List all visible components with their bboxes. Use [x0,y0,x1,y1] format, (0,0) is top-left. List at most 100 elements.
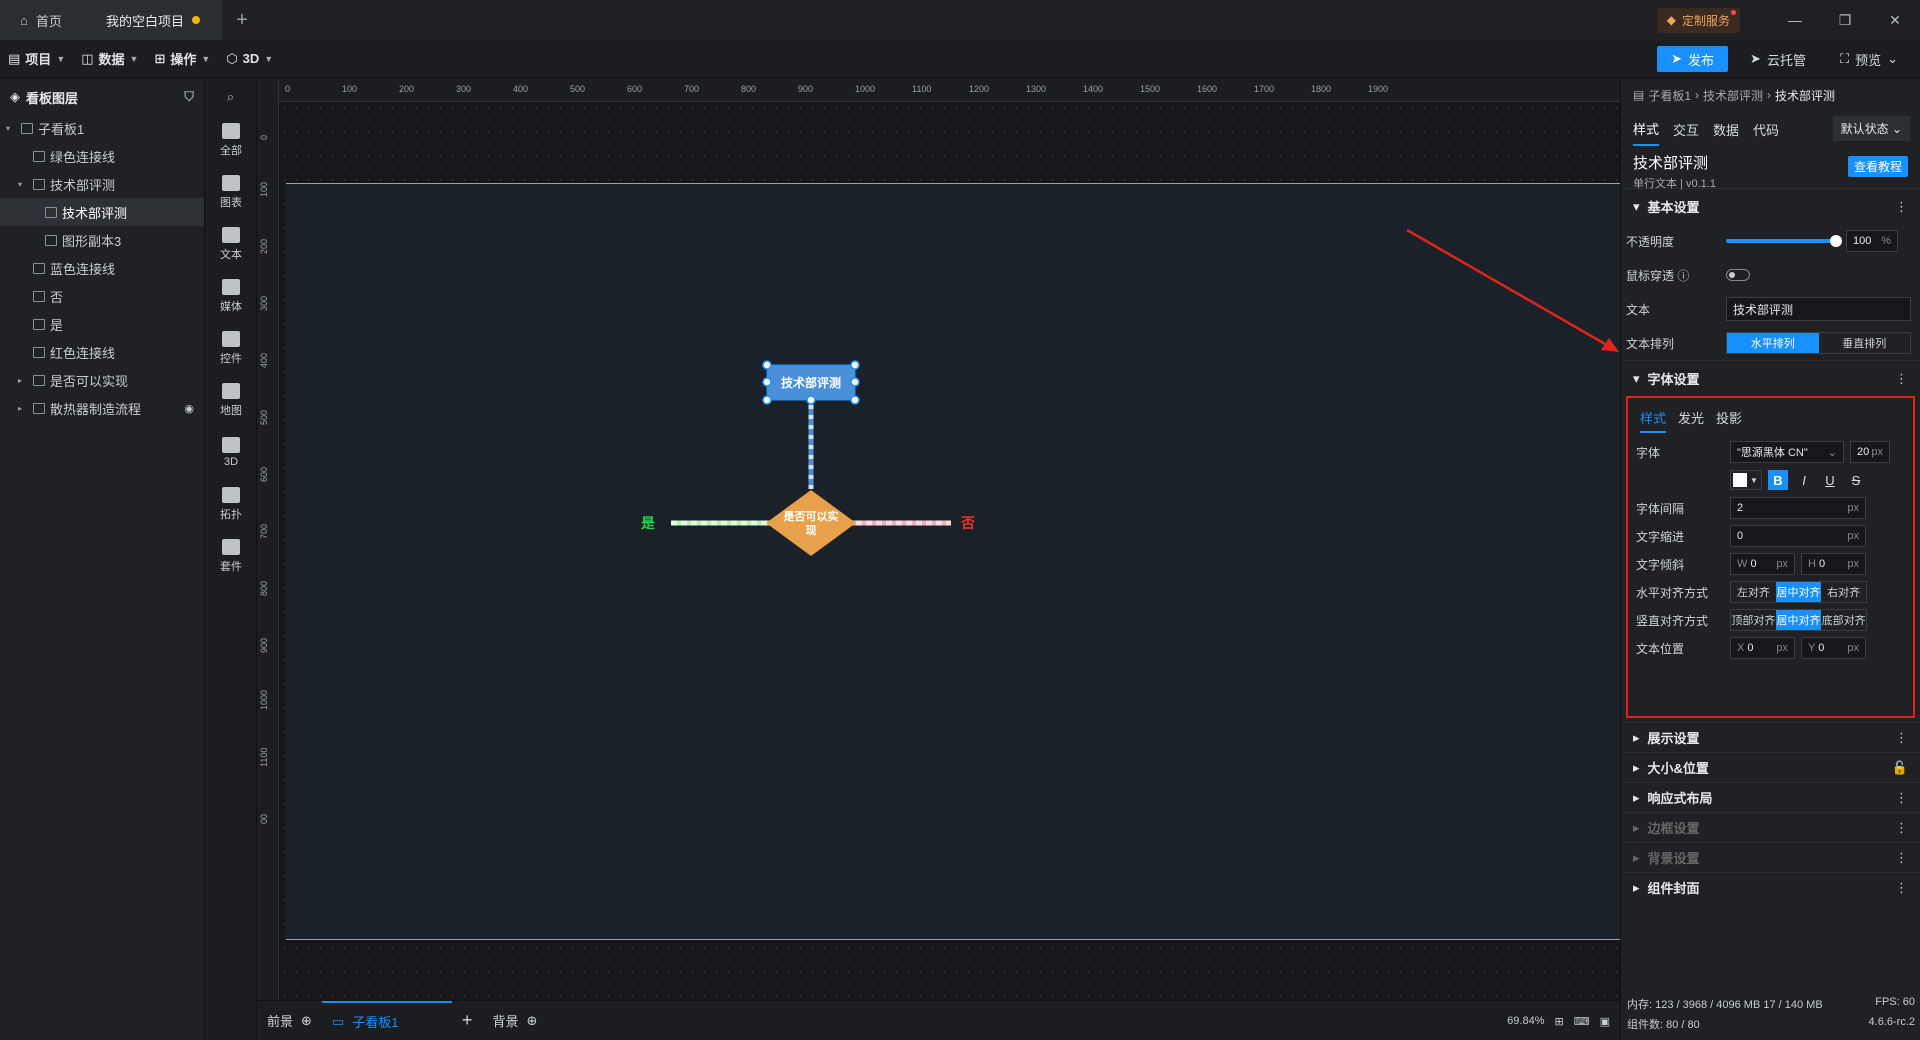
skew-w-input[interactable]: W 0 px [1730,553,1795,575]
tab-project[interactable]: 我的空白项目 [86,0,222,40]
caret-down-icon[interactable]: ▾ [6,124,16,133]
fit-screen-icon[interactable]: ⊞ [1554,1015,1563,1028]
strikethrough-button[interactable]: S [1846,470,1866,490]
more-icon[interactable]: ⋮ [1895,371,1908,387]
menu-project[interactable]: ▤ 项目 ▼ [0,40,73,78]
valign-top[interactable]: 顶部对齐 [1731,610,1776,630]
font-family-select[interactable]: "思源黑体 CN" ⌄ [1730,441,1844,463]
arrange-vertical[interactable]: 垂直排列 [1819,333,1911,353]
tab-home[interactable]: ⌂ 首页 [0,0,86,40]
add-circle-icon[interactable]: ⊕ [301,1013,312,1029]
opacity-slider[interactable] [1726,235,1842,247]
add-board-button[interactable]: + [452,1001,483,1040]
valign-bottom[interactable]: 底部对齐 [1821,610,1866,630]
section-header[interactable]: ▸ 边框设置 ⋮ [1621,812,1920,842]
layer-item[interactable]: 绿色连接线 [0,142,204,170]
arrange-horizontal[interactable]: 水平排列 [1727,333,1819,353]
component-category[interactable]: 图表 [205,166,257,218]
component-category[interactable]: 全部 [205,114,257,166]
tutorial-button[interactable]: 查看教程 [1847,156,1908,177]
font-tab-glow[interactable]: 发光 [1678,408,1704,427]
halign-right[interactable]: 右对齐 [1821,582,1866,602]
font-color-picker[interactable]: ▼ [1730,470,1762,490]
layer-item[interactable]: 蓝色连接线 [0,254,204,282]
section-action-icon[interactable]: ⋮ [1895,790,1908,806]
caret-down-icon[interactable]: ▾ [18,180,28,189]
new-tab-button[interactable]: + [222,9,262,32]
decision-diamond[interactable] [766,490,856,556]
visibility-icon[interactable]: ◉ [184,402,194,415]
layer-item[interactable]: 否 [0,282,204,310]
component-category[interactable]: 控件 [205,322,257,374]
tab-code[interactable]: 代码 [1753,120,1779,145]
bold-button[interactable]: B [1768,470,1788,490]
layer-item[interactable]: ▸ 是否可以实现 [0,366,204,394]
pos-y-input[interactable]: Y 0 px [1801,637,1866,659]
layer-item[interactable]: ▾ 子看板1 [0,114,204,142]
minimize-icon[interactable]: — [1770,12,1820,28]
valign-middle[interactable]: 居中对齐 [1775,610,1822,630]
component-category[interactable]: 媒体 [205,270,257,322]
state-select[interactable]: 默认状态 ⌄ [1832,116,1910,141]
crumb-1[interactable]: 技术部评测 [1703,87,1763,104]
crumb-0[interactable]: 子看板1 [1648,87,1691,104]
section-header[interactable]: ▸ 大小&位置 🔓 [1621,752,1920,782]
component-category[interactable]: 文本 [205,218,257,270]
canvas-stage[interactable]: 是否可以实 现 技术部评测 是 否 [279,102,1620,1000]
background-layer-tab[interactable]: 背景 ⊕ [482,1001,547,1040]
front-layer-tab[interactable]: 前景 ⊕ [257,1001,322,1040]
halign-center[interactable]: 居中对齐 [1775,582,1822,602]
halign-left[interactable]: 左对齐 [1731,582,1776,602]
tab-data[interactable]: 数据 [1713,120,1739,145]
section-header[interactable]: ▸ 响应式布局 ⋮ [1621,782,1920,812]
component-category[interactable]: 3D [205,426,257,478]
mouse-through-toggle[interactable] [1726,269,1750,281]
section-header[interactable]: ▸ 背景设置 ⋮ [1621,842,1920,872]
section-header[interactable]: ▸ 展示设置 ⋮ [1621,722,1920,752]
board-tab[interactable]: ▭ 子看板1 [321,1000,452,1040]
keyboard-icon[interactable]: ⌨ [1574,1015,1590,1028]
layer-item[interactable]: 技术部评测 [0,198,204,226]
font-tab-style[interactable]: 样式 [1640,408,1667,433]
letter-spacing-input[interactable]: 2 px [1730,497,1866,519]
text-input[interactable]: 技术部评测 [1726,297,1911,321]
italic-button[interactable]: I [1794,470,1814,490]
section-action-icon[interactable]: 🔓 [1892,760,1908,776]
menu-operation[interactable]: ⊞ 操作 ▼ [146,40,218,78]
layer-item[interactable]: 红色连接线 [0,338,204,366]
terminal-icon[interactable]: ▣ [1600,1015,1610,1028]
layer-item[interactable]: ▾ 技术部评测 [0,170,204,198]
component-category[interactable]: 套件 [205,530,257,582]
section-action-icon[interactable]: ⋮ [1895,820,1908,836]
menu-3d[interactable]: ⬡ 3D ▼ [218,40,281,78]
opacity-input[interactable]: 100% [1846,230,1898,252]
caret-right-icon[interactable]: ▸ [18,376,28,385]
underline-button[interactable]: U [1820,470,1840,490]
yes-label[interactable]: 是 [641,515,656,531]
layer-item[interactable]: 图形副本3 [0,226,204,254]
search-icon[interactable]: ⌕ [205,80,256,114]
section-action-icon[interactable]: ⋮ [1895,880,1908,896]
zoom-level[interactable]: 69.84% [1507,1015,1544,1027]
cloud-hosting-button[interactable]: ➤ 云托管 [1738,46,1818,72]
layer-item[interactable]: 是 [0,310,204,338]
custom-service-button[interactable]: ◆ 定制服务 [1656,7,1740,33]
publish-button[interactable]: ➤ 发布 [1657,46,1729,72]
skew-h-input[interactable]: H 0 px [1801,553,1866,575]
component-category[interactable]: 拓扑 [205,478,257,530]
help-icon[interactable]: ⓘ [1677,269,1689,283]
layer-item[interactable]: ▸ 散热器制造流程 ◉ [0,394,204,422]
component-category[interactable]: 地图 [205,374,257,426]
basic-settings-header[interactable]: ▾ 基本设置 ⋮ [1621,188,1920,224]
section-action-icon[interactable]: ⋮ [1895,850,1908,866]
more-icon[interactable]: ⋮ [1895,199,1908,215]
slider-knob[interactable] [1830,235,1842,247]
canvas-area[interactable]: 0 100 200 300 400 500 600 700 800 900 1000 1100 1200… [257,80,1620,1000]
add-circle-icon[interactable]: ⊕ [526,1013,537,1029]
caret-right-icon[interactable]: ▸ [18,404,28,413]
restore-icon[interactable]: ❐ [1820,12,1870,29]
font-size-input[interactable]: 20 px [1850,441,1890,463]
pos-x-input[interactable]: X 0 px [1730,637,1795,659]
no-label[interactable]: 否 [960,515,975,531]
font-settings-header[interactable]: ▾ 字体设置 ⋮ [1621,360,1920,396]
